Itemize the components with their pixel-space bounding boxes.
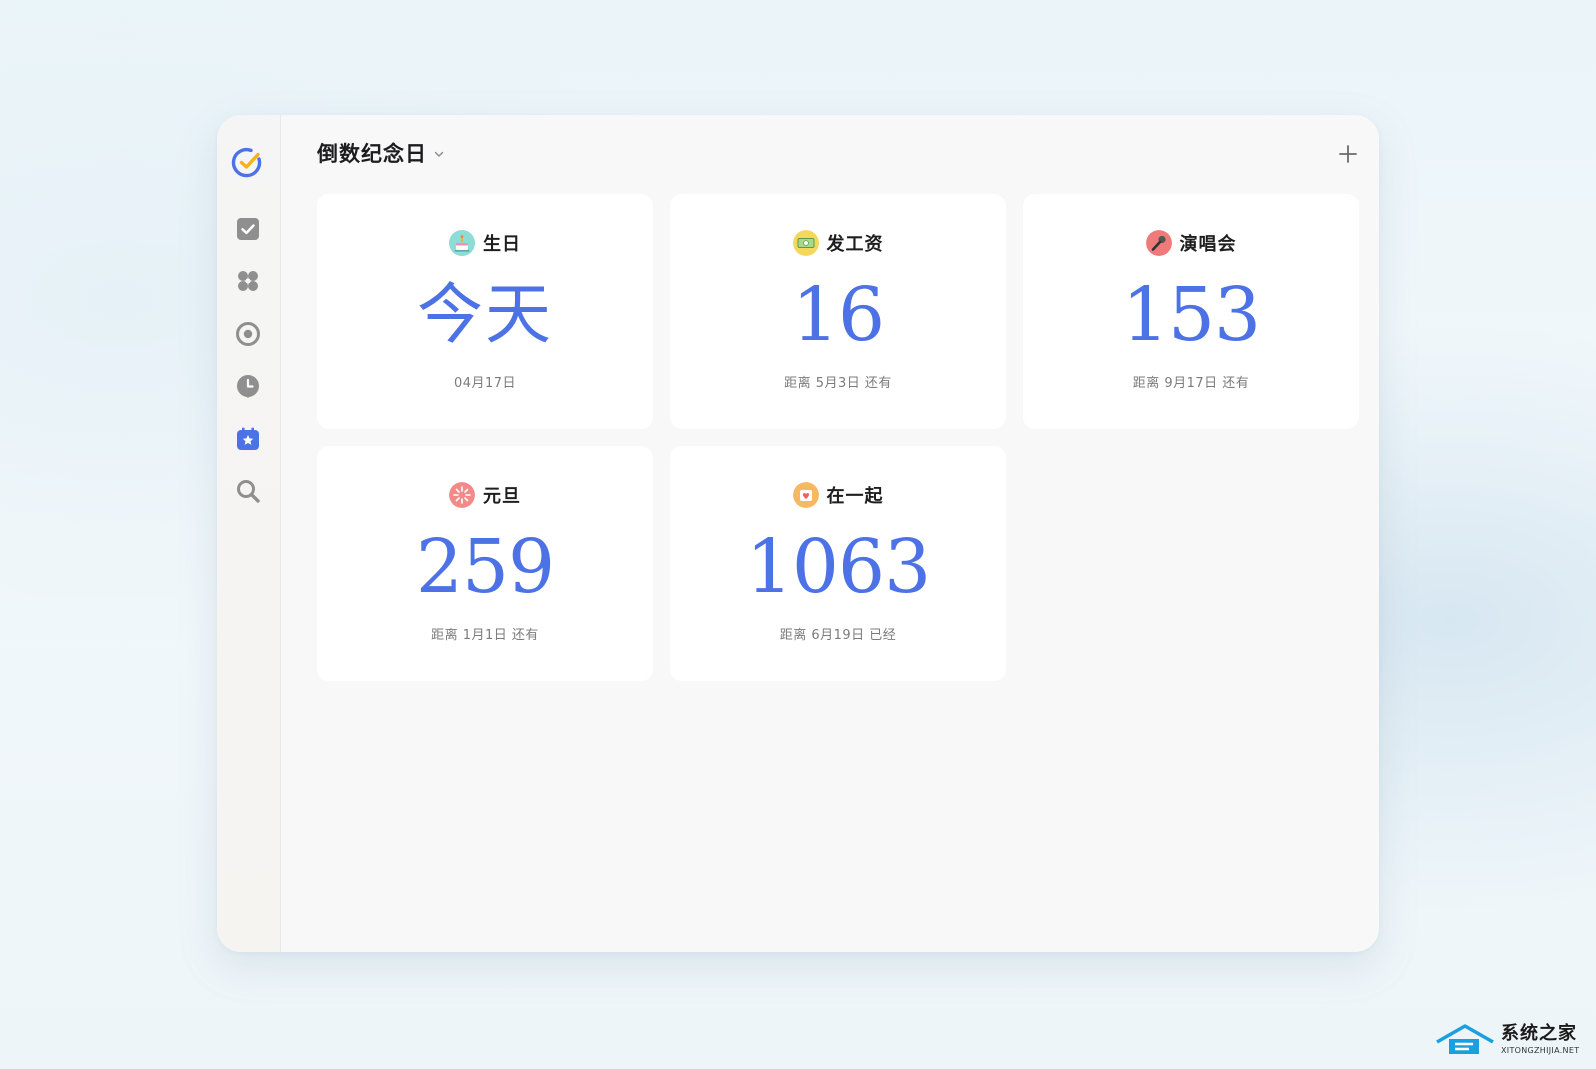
card-title: 演唱会: [1179, 234, 1237, 255]
sidebar: [217, 115, 281, 952]
heart-box-icon: [792, 482, 819, 508]
site-watermark: 系统之家 XITONGZHIJIA.NET: [1435, 1017, 1585, 1062]
task-checkbox-icon[interactable]: [233, 214, 263, 244]
card-date-description: 04月17日: [453, 376, 517, 391]
page-title: 倒数纪念日: [317, 142, 427, 166]
money-icon: [792, 230, 819, 256]
firework-icon: [449, 482, 475, 508]
add-countdown-button[interactable]: [1335, 141, 1361, 167]
list-title-dropdown[interactable]: 倒数纪念日: [317, 138, 445, 168]
cake-icon: [449, 230, 475, 256]
countdown-card[interactable]: 在一起 1063 距离 6月19日 已经: [670, 446, 1006, 681]
watermark-domain: XITONGZHIJIA.NET: [1501, 1045, 1580, 1055]
card-title: 在一起: [826, 486, 884, 507]
card-title: 元旦: [483, 486, 521, 507]
card-day-count: 259: [415, 524, 555, 610]
app-logo-icon[interactable]: [231, 146, 265, 180]
pomodoro-clock-icon[interactable]: [233, 371, 263, 401]
card-title: 生日: [483, 234, 521, 255]
card-day-count: 1063: [745, 524, 931, 610]
focus-target-icon[interactable]: [233, 319, 263, 349]
card-date-description: 距离 6月19日 已经: [779, 628, 897, 643]
app-window: 倒数纪念日 生日 今天 04月17日 发工资 16 距离 5月3日 还有 演唱会…: [217, 115, 1379, 952]
watermark-title: 系统之家: [1501, 1022, 1577, 1044]
matrix-icon[interactable]: [233, 266, 263, 296]
watermark-logo-icon: [1436, 1023, 1494, 1054]
countdown-card[interactable]: 发工资 16 距离 5月3日 还有: [670, 194, 1006, 429]
countdown-calendar-icon[interactable]: [233, 424, 263, 454]
microphone-icon: [1145, 230, 1172, 256]
plus-icon: [1339, 145, 1357, 163]
chevron-down-icon: [434, 151, 444, 157]
card-date-description: 距离 1月1日 还有: [431, 628, 539, 643]
countdown-card[interactable]: 演唱会 153 距离 9月17日 还有: [1023, 194, 1359, 429]
card-day-count: 153: [1121, 272, 1261, 358]
countdown-card[interactable]: 元旦 259 距离 1月1日 还有: [317, 446, 653, 681]
card-day-count: 16: [791, 272, 885, 358]
main-content: 倒数纪念日 生日 今天 04月17日 发工资 16 距离 5月3日 还有 演唱会…: [280, 115, 1379, 952]
card-day-count: 今天: [417, 276, 553, 353]
card-title: 发工资: [826, 234, 884, 255]
card-date-description: 距离 5月3日 还有: [784, 376, 892, 391]
countdown-card[interactable]: 生日 今天 04月17日: [317, 194, 653, 429]
card-date-description: 距离 9月17日 还有: [1132, 376, 1250, 391]
search-icon[interactable]: [233, 476, 263, 506]
